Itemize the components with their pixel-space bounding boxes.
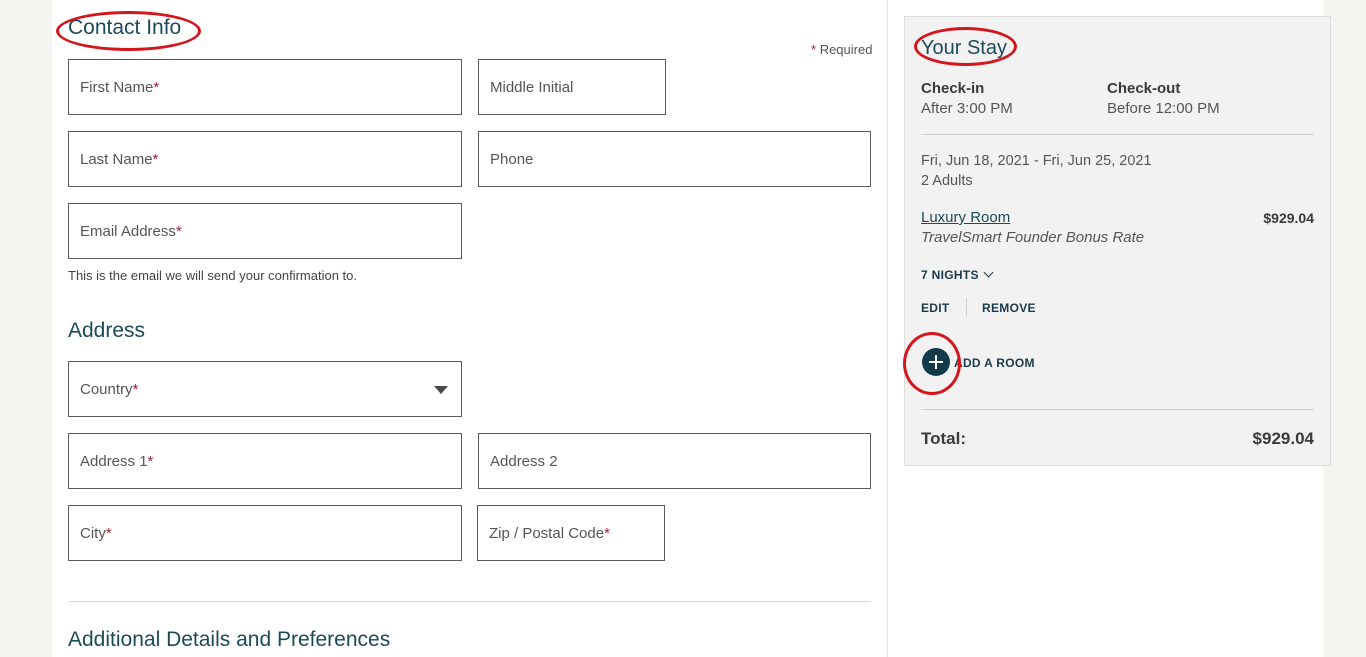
zip-field[interactable]: Zip / Postal Code * [477, 505, 665, 561]
room-name-link[interactable]: Luxury Room [921, 209, 1010, 226]
address2-field[interactable]: Address 2 [478, 433, 871, 489]
checkout-label: Check-out [1107, 80, 1181, 97]
total-value: $929.04 [1252, 429, 1314, 448]
required-asterisk: * [604, 524, 610, 542]
section-divider [68, 601, 871, 602]
phone-field[interactable]: Phone [478, 131, 871, 187]
required-asterisk: * [147, 452, 154, 470]
last-name-field[interactable]: Last Name * [68, 131, 462, 187]
dropdown-arrow-icon [434, 386, 448, 394]
address-title: Address [68, 319, 146, 342]
required-asterisk: * [132, 380, 139, 398]
last-name-placeholder: Last Name [80, 150, 153, 168]
checkin-label: Check-in [921, 80, 985, 97]
nights-toggle[interactable]: 7 NIGHTS [921, 267, 994, 282]
middle-initial-placeholder: Middle Initial [490, 78, 574, 96]
chevron-down-icon [983, 267, 994, 278]
nights-label: 7 NIGHTS [921, 268, 979, 282]
email-hint: This is the email we will send your conf… [68, 268, 358, 283]
address2-placeholder: Address 2 [490, 452, 558, 470]
country-placeholder: Country [80, 380, 133, 398]
email-field[interactable]: Email Address * [68, 203, 462, 259]
total-label: Total: [921, 429, 967, 448]
rate-name: TravelSmart Founder Bonus Rate [921, 229, 1145, 246]
checkout-value: Before 12:00 PM [1107, 100, 1220, 117]
required-note-label: Required [819, 42, 873, 57]
add-room-link[interactable]: ADD A ROOM [954, 356, 1035, 370]
address1-placeholder: Address 1 [80, 452, 148, 470]
phone-placeholder: Phone [490, 150, 534, 168]
required-note: * Required [811, 42, 872, 57]
required-asterisk: * [811, 42, 817, 57]
your-stay-title: Your Stay [921, 37, 1007, 59]
zip-placeholder: Zip / Postal Code [489, 524, 605, 542]
address1-field[interactable]: Address 1 * [68, 433, 462, 489]
room-price: $929.04 [1263, 210, 1314, 226]
email-placeholder: Email Address [80, 222, 176, 240]
city-placeholder: City [80, 524, 106, 542]
required-asterisk: * [105, 524, 112, 542]
required-asterisk: * [153, 78, 160, 96]
country-select[interactable]: Country * [68, 361, 462, 417]
required-asterisk: * [152, 150, 159, 168]
edit-room-link[interactable]: EDIT [921, 301, 950, 315]
contact-info-title: Contact Info [68, 16, 182, 39]
link-separator [966, 298, 967, 316]
your-stay-summary: Your Stay Check-in After 3:00 PM Check-o… [904, 16, 1331, 466]
checkin-value: After 3:00 PM [921, 100, 1013, 117]
middle-initial-field[interactable]: Middle Initial [478, 59, 666, 115]
card-divider [921, 134, 1314, 135]
stay-dates: Fri, Jun 18, 2021 - Fri, Jun 25, 2021 [921, 153, 1152, 169]
first-name-field[interactable]: First Name * [68, 59, 462, 115]
stay-guests: 2 Adults [921, 173, 973, 189]
remove-room-link[interactable]: REMOVE [982, 301, 1036, 315]
card-divider [921, 409, 1314, 410]
page: Contact Info * Required First Name * Midd… [52, 0, 1331, 657]
add-room-plus-icon[interactable] [922, 348, 950, 376]
guest-form: Contact Info * Required First Name * Midd… [52, 0, 888, 657]
first-name-placeholder: First Name [80, 78, 154, 96]
additional-details-title: Additional Details and Preferences [68, 628, 391, 651]
required-asterisk: * [175, 222, 182, 240]
city-field[interactable]: City * [68, 505, 462, 561]
